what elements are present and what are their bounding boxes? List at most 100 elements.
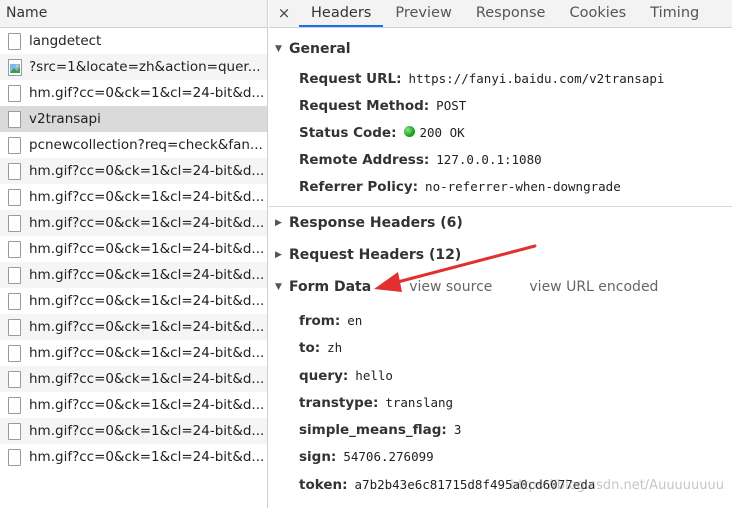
request-method-label: Request Method: xyxy=(299,98,430,114)
request-name: langdetect xyxy=(29,33,102,49)
file-icon xyxy=(8,214,21,232)
request-row[interactable]: hm.gif?cc=0&ck=1&cl=24-bit&d... xyxy=(0,418,267,444)
status-code-row: Status Code: 200 OK xyxy=(269,119,732,146)
form-data-section-header[interactable]: ▼ Form Data view source view URL encoded xyxy=(269,271,732,303)
form-data-row: simple_means_flag: 3 xyxy=(269,416,732,443)
tab-headers[interactable]: Headers xyxy=(299,0,384,27)
form-data-key: token: xyxy=(299,476,348,493)
tab-cookies[interactable]: Cookies xyxy=(557,0,638,27)
file-icon xyxy=(8,240,21,258)
request-name: hm.gif?cc=0&ck=1&cl=24-bit&d... xyxy=(29,85,265,101)
request-row[interactable]: hm.gif?cc=0&ck=1&cl=24-bit&d... xyxy=(0,80,267,106)
tab-timing[interactable]: Timing xyxy=(638,0,711,27)
request-row[interactable]: hm.gif?cc=0&ck=1&cl=24-bit&d... xyxy=(0,366,267,392)
request-row[interactable]: hm.gif?cc=0&ck=1&cl=24-bit&d... xyxy=(0,288,267,314)
name-column-header[interactable]: Name xyxy=(0,0,267,28)
remote-address-row: Remote Address: 127.0.0.1:1080 xyxy=(269,146,732,173)
watermark-text: https://blog.csdn.net/Auuuuuuuu xyxy=(510,478,724,493)
general-section-header[interactable]: ▼ General xyxy=(269,33,732,65)
referrer-policy-label: Referrer Policy: xyxy=(299,179,419,195)
request-name: pcnewcollection?req=check&fan... xyxy=(29,137,263,153)
request-row[interactable]: hm.gif?cc=0&ck=1&cl=24-bit&d... xyxy=(0,262,267,288)
request-url-value: https://fanyi.baidu.com/v2transapi xyxy=(408,71,665,86)
general-section: ▼ General Request URL: https://fanyi.bai… xyxy=(269,33,732,200)
request-row[interactable]: hm.gif?cc=0&ck=1&cl=24-bit&d... xyxy=(0,210,267,236)
form-data-row: sign: 54706.276099 xyxy=(269,443,732,470)
form-data-row: query: hello xyxy=(269,362,732,389)
request-row[interactable]: v2transapi xyxy=(0,106,267,132)
request-row[interactable]: hm.gif?cc=0&ck=1&cl=24-bit&d... xyxy=(0,236,267,262)
request-name: hm.gif?cc=0&ck=1&cl=24-bit&d... xyxy=(29,371,265,387)
remote-address-value: 127.0.0.1:1080 xyxy=(436,152,542,167)
request-row[interactable]: hm.gif?cc=0&ck=1&cl=24-bit&d... xyxy=(0,444,267,470)
file-icon xyxy=(8,370,21,388)
tab-preview[interactable]: Preview xyxy=(383,0,463,27)
triangle-down-icon: ▼ xyxy=(275,44,282,54)
request-list: langdetect ?src=1&locate=zh&action=quer..… xyxy=(0,28,267,470)
form-data-value: en xyxy=(347,313,363,328)
file-icon xyxy=(8,448,21,466)
triangle-right-icon: ▶ xyxy=(275,218,282,228)
response-headers-title: Response Headers (6) xyxy=(289,215,463,231)
view-url-encoded-button[interactable]: view URL encoded xyxy=(529,279,658,295)
request-list-panel: Name langdetect ?src=1&locate=zh&action=q… xyxy=(0,0,268,508)
request-name: hm.gif?cc=0&ck=1&cl=24-bit&d... xyxy=(29,319,265,335)
request-name: hm.gif?cc=0&ck=1&cl=24-bit&d... xyxy=(29,449,265,465)
request-name: hm.gif?cc=0&ck=1&cl=24-bit&d... xyxy=(29,423,265,439)
triangle-down-icon: ▼ xyxy=(275,282,282,292)
request-row[interactable]: hm.gif?cc=0&ck=1&cl=24-bit&d... xyxy=(0,314,267,340)
form-data-key: transtype: xyxy=(299,394,379,411)
referrer-policy-value: no-referrer-when-downgrade xyxy=(425,179,621,194)
request-name: v2transapi xyxy=(29,111,101,127)
request-name: hm.gif?cc=0&ck=1&cl=24-bit&d... xyxy=(29,397,265,413)
request-row[interactable]: pcnewcollection?req=check&fan... xyxy=(0,132,267,158)
remote-address-label: Remote Address: xyxy=(299,152,430,168)
file-icon xyxy=(8,188,21,206)
request-headers-section-header[interactable]: ▶ Request Headers (12) xyxy=(269,239,732,271)
image-icon xyxy=(8,58,23,76)
request-row[interactable]: hm.gif?cc=0&ck=1&cl=24-bit&d... xyxy=(0,340,267,366)
request-name: hm.gif?cc=0&ck=1&cl=24-bit&d... xyxy=(29,345,265,361)
referrer-policy-row: Referrer Policy: no-referrer-when-downgr… xyxy=(269,173,732,200)
file-icon xyxy=(8,318,21,336)
request-row[interactable]: langdetect xyxy=(0,28,267,54)
close-icon[interactable]: × xyxy=(269,0,299,27)
form-data-key: simple_means_flag: xyxy=(299,422,447,439)
request-name: hm.gif?cc=0&ck=1&cl=24-bit&d... xyxy=(29,215,265,231)
file-icon xyxy=(8,84,21,102)
request-details-panel: × Headers Preview Response Cookies Timin… xyxy=(269,0,732,508)
form-data-row: from: en xyxy=(269,307,732,334)
form-data-key: query: xyxy=(299,367,349,384)
form-data-value: 3 xyxy=(453,422,462,438)
request-name: hm.gif?cc=0&ck=1&cl=24-bit&d... xyxy=(29,293,265,309)
form-data-fields: from: en to: zh query: hello transtype: transla… xyxy=(269,307,732,498)
triangle-right-icon: ▶ xyxy=(275,250,282,260)
form-data-key: from: xyxy=(299,313,341,329)
file-icon xyxy=(8,292,21,310)
request-url-row: Request URL: https://fanyi.baidu.com/v2t… xyxy=(269,65,732,92)
file-icon xyxy=(8,266,21,284)
request-method-value: POST xyxy=(436,98,467,113)
form-data-value: zh xyxy=(327,340,343,356)
request-row[interactable]: hm.gif?cc=0&ck=1&cl=24-bit&d... xyxy=(0,392,267,418)
request-method-row: Request Method: POST xyxy=(269,92,732,119)
form-data-key: to: xyxy=(299,340,321,357)
view-source-button[interactable]: view source xyxy=(409,279,492,295)
request-name: hm.gif?cc=0&ck=1&cl=24-bit&d... xyxy=(29,189,265,205)
request-name: hm.gif?cc=0&ck=1&cl=24-bit&d... xyxy=(29,267,265,283)
response-headers-section-header[interactable]: ▶ Response Headers (6) xyxy=(269,207,732,239)
request-name: hm.gif?cc=0&ck=1&cl=24-bit&d... xyxy=(29,241,265,257)
form-data-value: translang xyxy=(385,394,454,410)
details-tabbar: × Headers Preview Response Cookies Timin… xyxy=(269,0,732,28)
request-name: hm.gif?cc=0&ck=1&cl=24-bit&d... xyxy=(29,163,265,179)
request-row[interactable]: ?src=1&locate=zh&action=quer... xyxy=(0,54,267,80)
tab-response[interactable]: Response xyxy=(464,0,558,27)
general-title: General xyxy=(289,41,351,57)
file-icon xyxy=(8,422,21,440)
file-icon xyxy=(8,396,21,414)
form-data-row: transtype: translang xyxy=(269,389,732,416)
request-name: ?src=1&locate=zh&action=quer... xyxy=(29,59,261,75)
request-row[interactable]: hm.gif?cc=0&ck=1&cl=24-bit&d... xyxy=(0,158,267,184)
request-row[interactable]: hm.gif?cc=0&ck=1&cl=24-bit&d... xyxy=(0,184,267,210)
request-headers-title: Request Headers (12) xyxy=(289,247,462,263)
